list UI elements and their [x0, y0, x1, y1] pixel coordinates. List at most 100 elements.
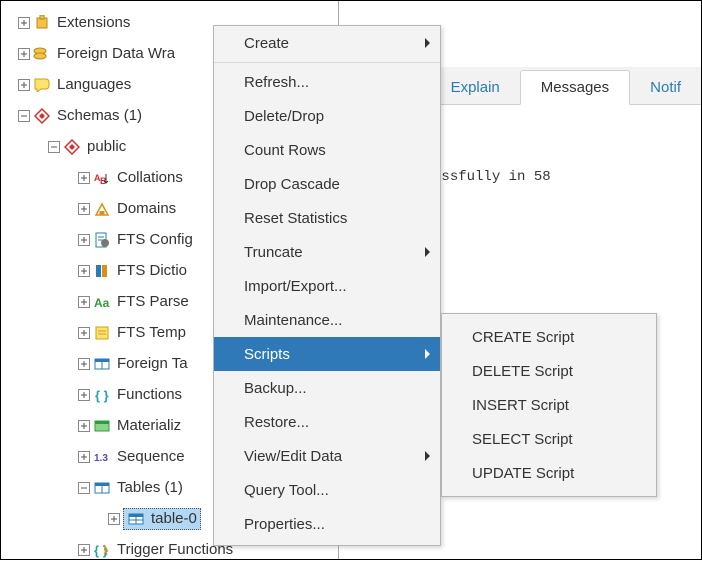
chevron-right-icon	[425, 451, 430, 461]
fts-parser-icon: Aa	[93, 293, 111, 311]
schema-icon	[63, 138, 81, 156]
tab-explain[interactable]: Explain	[431, 71, 520, 104]
submenu-create-script[interactable]: CREATE Script	[442, 320, 656, 354]
expand-icon[interactable]	[17, 78, 31, 92]
expand-icon[interactable]	[77, 233, 91, 247]
trigger-function-icon: { }	[93, 541, 111, 559]
menu-label: Properties...	[244, 516, 325, 533]
menu-scripts[interactable]: Scripts	[214, 337, 440, 371]
menu-reset-statistics[interactable]: Reset Statistics	[214, 201, 440, 235]
collapse-icon[interactable]	[17, 109, 31, 123]
submenu-insert-script[interactable]: INSERT Script	[442, 388, 656, 422]
menu-label: Create	[244, 35, 289, 52]
svg-text:1.3: 1.3	[94, 453, 108, 464]
foreign-table-icon	[93, 355, 111, 373]
menu-label: Backup...	[244, 380, 307, 397]
menu-label: Scripts	[244, 346, 290, 363]
sequence-icon: 1.3	[93, 448, 111, 466]
menu-label: View/Edit Data	[244, 448, 342, 465]
menu-label: SELECT Script	[472, 431, 573, 448]
function-icon: { }	[93, 386, 111, 404]
menu-label: Refresh...	[244, 74, 309, 91]
expand-icon[interactable]	[77, 326, 91, 340]
expand-icon[interactable]	[17, 47, 31, 61]
tree-label: Domains	[117, 200, 176, 217]
table-icon	[127, 510, 145, 528]
menu-label: Drop Cascade	[244, 176, 340, 193]
svg-text:Aa: Aa	[94, 296, 110, 310]
menu-separator	[214, 62, 440, 63]
expand-icon[interactable]	[107, 512, 121, 526]
expand-icon[interactable]	[77, 171, 91, 185]
tree-label: Materializ	[117, 417, 181, 434]
menu-create[interactable]: Create	[214, 26, 440, 60]
menu-refresh[interactable]: Refresh...	[214, 65, 440, 99]
menu-truncate[interactable]: Truncate	[214, 235, 440, 269]
tree-label: FTS Parse	[117, 293, 189, 310]
menu-backup[interactable]: Backup...	[214, 371, 440, 405]
expand-icon[interactable]	[77, 202, 91, 216]
submenu-delete-script[interactable]: DELETE Script	[442, 354, 656, 388]
scripts-submenu[interactable]: CREATE Script DELETE Script INSERT Scrip…	[441, 313, 657, 497]
menu-properties[interactable]: Properties...	[214, 507, 440, 541]
menu-label: Import/Export...	[244, 278, 347, 295]
tree-label: Extensions	[57, 14, 130, 31]
menu-count-rows[interactable]: Count Rows	[214, 133, 440, 167]
expand-icon[interactable]	[77, 388, 91, 402]
menu-label: CREATE Script	[472, 329, 574, 346]
submenu-select-script[interactable]: SELECT Script	[442, 422, 656, 456]
tree-label: table-0	[151, 510, 197, 527]
table-context-menu[interactable]: Create Refresh... Delete/Drop Count Rows…	[213, 25, 441, 546]
tab-notifications[interactable]: Notif	[630, 71, 701, 104]
expand-icon[interactable]	[77, 264, 91, 278]
collation-icon: AB	[93, 169, 111, 187]
fts-config-icon	[93, 231, 111, 249]
chevron-right-icon	[425, 38, 430, 48]
tree-label: Tables (1)	[117, 479, 183, 496]
tree-label: public	[87, 138, 126, 155]
fts-dictionary-icon	[93, 262, 111, 280]
menu-drop-cascade[interactable]: Drop Cascade	[214, 167, 440, 201]
chevron-right-icon	[425, 247, 430, 257]
menu-maintenance[interactable]: Maintenance...	[214, 303, 440, 337]
tree-label: Languages	[57, 76, 131, 93]
tree-label: FTS Config	[117, 231, 193, 248]
expand-icon[interactable]	[17, 16, 31, 30]
menu-label: Delete/Drop	[244, 108, 324, 125]
foreign-data-wrapper-icon	[33, 45, 51, 63]
expand-icon[interactable]	[77, 450, 91, 464]
tree-label: Functions	[117, 386, 182, 403]
menu-label: Maintenance...	[244, 312, 342, 329]
menu-label: Reset Statistics	[244, 210, 347, 227]
chevron-right-icon	[425, 349, 430, 359]
menu-label: DELETE Script	[472, 363, 573, 380]
materialized-view-icon	[93, 417, 111, 435]
expand-icon[interactable]	[77, 295, 91, 309]
tree-label: Foreign Ta	[117, 355, 188, 372]
tree-label: Sequence	[117, 448, 185, 465]
tree-label: Foreign Data Wra	[57, 45, 175, 62]
table-group-icon	[93, 479, 111, 497]
submenu-update-script[interactable]: UPDATE Script	[442, 456, 656, 490]
menu-view-edit-data[interactable]: View/Edit Data	[214, 439, 440, 473]
menu-label: Truncate	[244, 244, 303, 261]
schema-icon	[33, 107, 51, 125]
menu-import-export[interactable]: Import/Export...	[214, 269, 440, 303]
menu-query-tool[interactable]: Query Tool...	[214, 473, 440, 507]
expand-icon[interactable]	[77, 543, 91, 557]
menu-label: Query Tool...	[244, 482, 329, 499]
menu-restore[interactable]: Restore...	[214, 405, 440, 439]
tab-messages[interactable]: Messages	[520, 70, 630, 105]
tree-label: FTS Temp	[117, 324, 186, 341]
menu-label: INSERT Script	[472, 397, 569, 414]
collapse-icon[interactable]	[77, 481, 91, 495]
expand-icon[interactable]	[77, 357, 91, 371]
languages-icon	[33, 76, 51, 94]
collapse-icon[interactable]	[47, 140, 61, 154]
tree-label: Collations	[117, 169, 183, 186]
expand-icon[interactable]	[77, 419, 91, 433]
menu-delete-drop[interactable]: Delete/Drop	[214, 99, 440, 133]
fts-template-icon	[93, 324, 111, 342]
menu-label: Restore...	[244, 414, 309, 431]
svg-text:{ }: { }	[95, 388, 109, 403]
